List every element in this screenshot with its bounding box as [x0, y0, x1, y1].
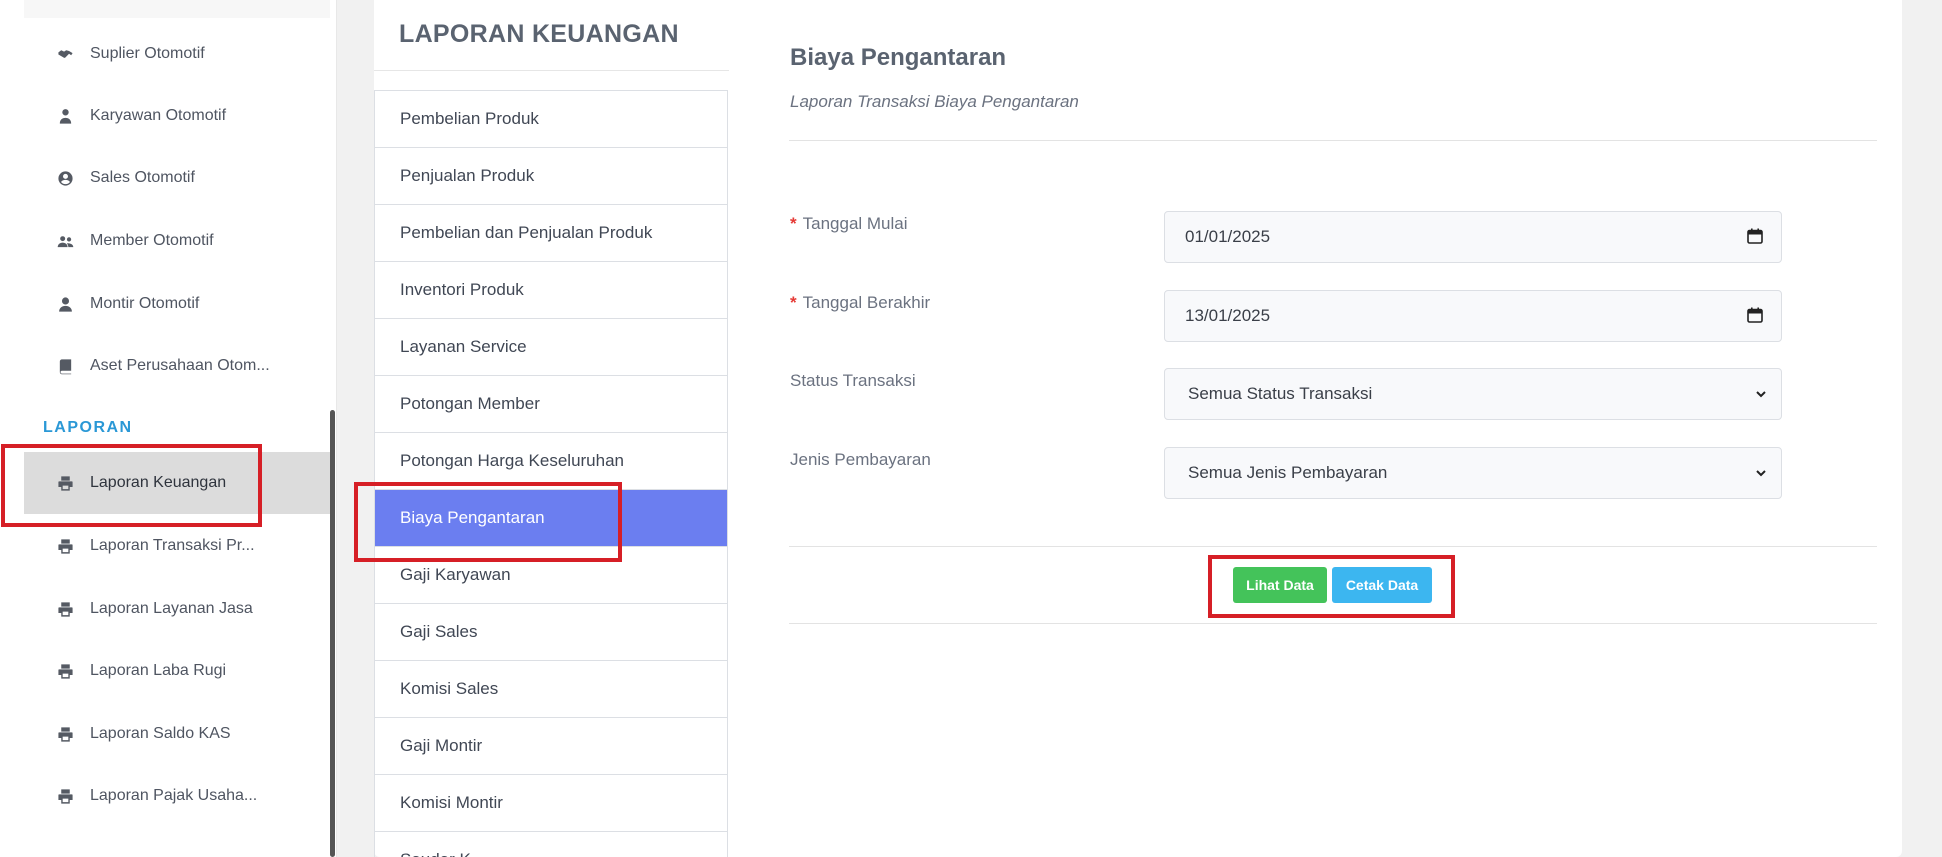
menu-item-inventori[interactable]: Inventori Produk — [375, 262, 727, 319]
report-menu: Pembelian Produk Penjualan Produk Pembel… — [374, 90, 728, 857]
user-icon — [50, 296, 80, 313]
tanggal-mulai-input[interactable]: 01/01/2025 — [1164, 211, 1782, 263]
tanggal-berakhir-label: * Tanggal Berakhir — [790, 293, 930, 313]
sidebar: Suplier Otomotif Karyawan Otomotif Sales… — [0, 0, 337, 857]
highlight-box — [1208, 555, 1455, 618]
sidebar-item-label: Laporan Layanan Jasa — [90, 600, 253, 617]
handshake-icon — [50, 46, 80, 63]
page-subtitle: Laporan Transaksi Biaya Pengantaran — [790, 92, 1079, 111]
sidebar-item-laporan-saldo-kas[interactable]: Laporan Saldo KAS — [24, 703, 330, 765]
sidebar-item-aset[interactable]: Aset Perusahaan Otom... — [24, 335, 330, 397]
sidebar-item-label: Sales Otomotif — [90, 169, 195, 186]
select-value: Semua Jenis Pembayaran — [1188, 463, 1388, 482]
divider — [374, 70, 729, 71]
menu-item-komisi-sales[interactable]: Komisi Sales — [375, 661, 727, 718]
menu-item-komisi-montir[interactable]: Komisi Montir — [375, 775, 727, 832]
sidebar-item-label: Suplier Otomotif — [90, 45, 205, 62]
sidebar-top-strip — [24, 0, 330, 18]
select-value: Semua Status Transaksi — [1188, 384, 1373, 403]
calendar-icon[interactable] — [1747, 307, 1763, 323]
printer-icon — [50, 726, 80, 743]
sidebar-item-label: Laporan Pajak Usaha... — [90, 787, 258, 804]
sidebar-item-label: Karyawan Otomotif — [90, 107, 227, 124]
calendar-icon[interactable] — [1747, 228, 1763, 244]
printer-icon — [50, 788, 80, 805]
date-value: 13/01/2025 — [1185, 306, 1271, 325]
menu-item-gaji-sales[interactable]: Gaji Sales — [375, 604, 727, 661]
sidebar-scrollbar[interactable] — [330, 410, 335, 857]
required-mark: * — [790, 293, 797, 312]
menu-item-layanan-service[interactable]: Layanan Service — [375, 319, 727, 376]
highlight-box — [354, 482, 622, 562]
sidebar-item-label: Aset Perusahaan Otom... — [90, 357, 270, 374]
jenis-pembayaran-label: Jenis Pembayaran — [790, 450, 931, 469]
users-icon — [50, 233, 80, 250]
chevron-down-icon — [1756, 470, 1766, 477]
divider — [789, 140, 1877, 141]
divider — [789, 546, 1877, 547]
sidebar-item-label: Montir Otomotif — [90, 295, 200, 312]
menu-item-pembelian-penjualan[interactable]: Pembelian dan Penjualan Produk — [375, 205, 727, 262]
page-title: Biaya Pengantaran — [790, 44, 1007, 71]
sidebar-item-label: Laporan Transaksi Pr... — [90, 537, 255, 554]
label-text: Tanggal Mulai — [802, 214, 908, 233]
chevron-down-icon — [1756, 391, 1766, 398]
jenis-pembayaran-select[interactable]: Semua Jenis Pembayaran — [1164, 447, 1782, 499]
date-value: 01/01/2025 — [1185, 227, 1271, 246]
menu-item-partial[interactable]: Saudar K... — [375, 832, 727, 857]
sidebar-item-label: Member Otomotif — [90, 232, 214, 249]
status-transaksi-label: Status Transaksi — [790, 371, 916, 390]
sidebar-item-laporan-laba-rugi[interactable]: Laporan Laba Rugi — [24, 640, 330, 702]
user-circle-icon — [50, 170, 80, 187]
sidebar-item-laporan-pajak[interactable]: Laporan Pajak Usaha... — [24, 765, 330, 827]
status-transaksi-select[interactable]: Semua Status Transaksi — [1164, 368, 1782, 420]
divider — [789, 623, 1877, 624]
required-mark: * — [790, 214, 797, 233]
menu-item-gaji-montir[interactable]: Gaji Montir — [375, 718, 727, 775]
sidebar-item-member[interactable]: Member Otomotif — [24, 210, 330, 272]
sidebar-item-montir[interactable]: Montir Otomotif — [24, 273, 330, 335]
sidebar-item-suplier[interactable]: Suplier Otomotif — [24, 23, 330, 85]
tanggal-mulai-label: * Tanggal Mulai — [790, 214, 908, 234]
tanggal-berakhir-input[interactable]: 13/01/2025 — [1164, 290, 1782, 342]
report-menu-heading: LAPORAN KEUANGAN — [399, 20, 679, 48]
menu-item-penjualan-produk[interactable]: Penjualan Produk — [375, 148, 727, 205]
sidebar-item-label: Laporan Laba Rugi — [90, 662, 227, 679]
printer-icon — [50, 601, 80, 618]
printer-icon — [50, 538, 80, 555]
sidebar-item-laporan-layanan[interactable]: Laporan Layanan Jasa — [24, 578, 330, 640]
user-tie-icon — [50, 108, 80, 125]
label-text: Tanggal Berakhir — [802, 293, 931, 312]
sidebar-section-laporan: LAPORAN — [43, 419, 133, 436]
highlight-box — [1, 444, 262, 527]
sidebar-item-label: Laporan Saldo KAS — [90, 725, 231, 742]
sidebar-item-karyawan[interactable]: Karyawan Otomotif — [24, 85, 330, 147]
printer-icon — [50, 663, 80, 680]
menu-item-potongan-member[interactable]: Potongan Member — [375, 376, 727, 433]
book-icon — [50, 358, 80, 375]
sidebar-item-sales[interactable]: Sales Otomotif — [24, 147, 330, 209]
menu-item-pembelian-produk[interactable]: Pembelian Produk — [375, 91, 727, 148]
